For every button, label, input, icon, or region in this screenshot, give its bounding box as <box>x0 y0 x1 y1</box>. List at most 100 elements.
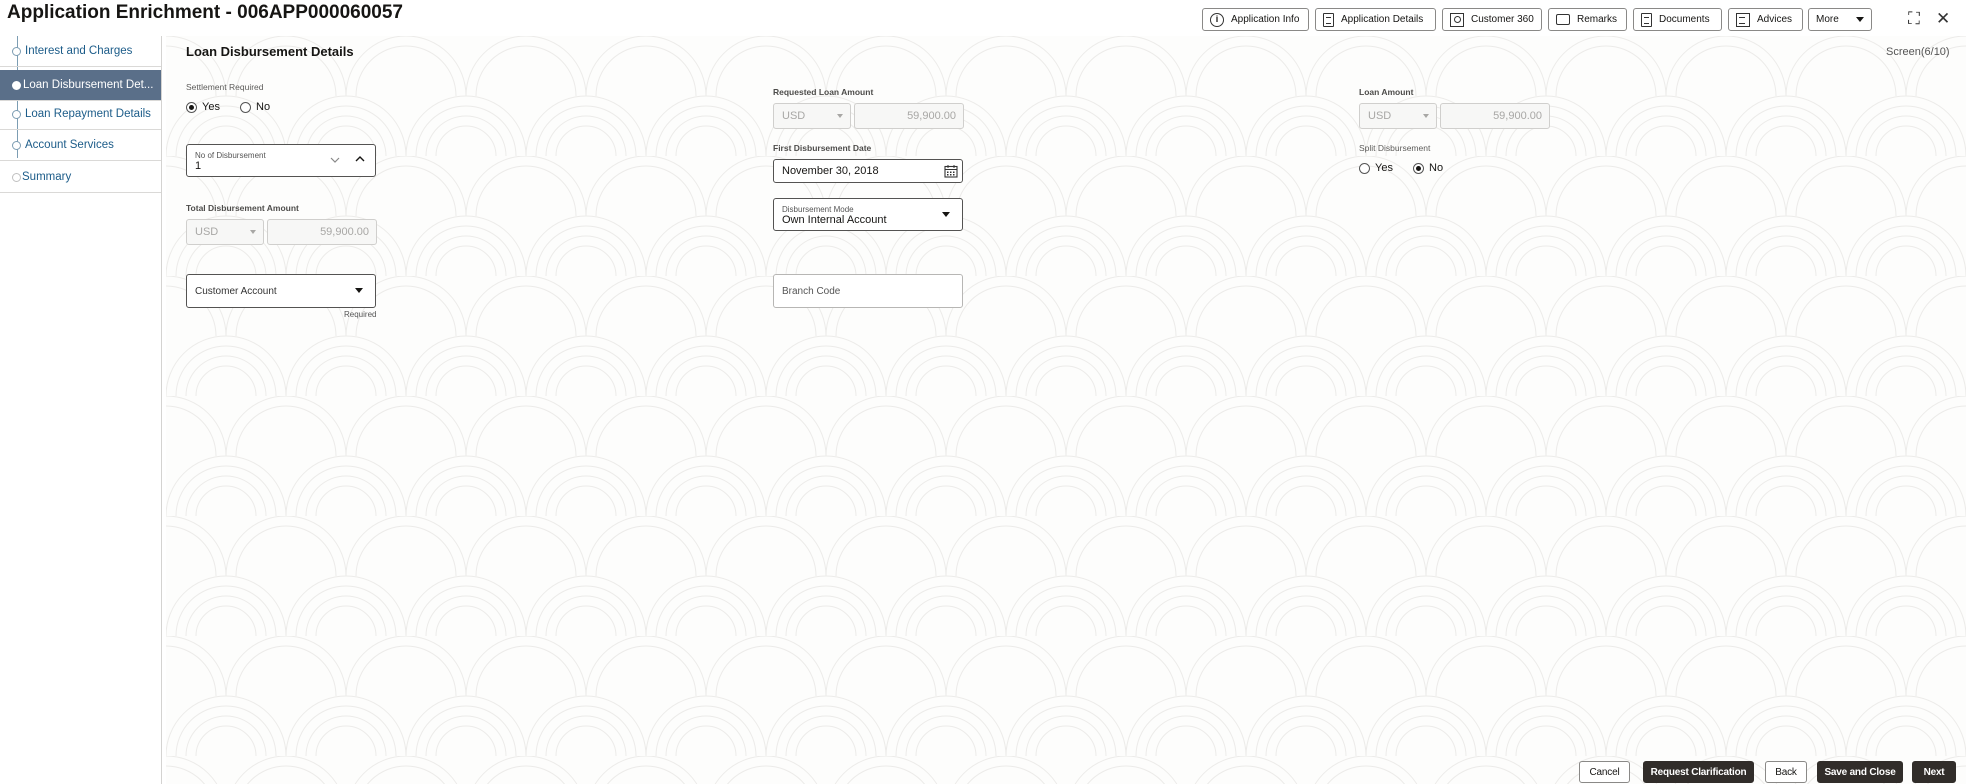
no-of-disbursement-value: 1 <box>195 160 202 172</box>
remarks-button[interactable]: Remarks <box>1548 8 1627 31</box>
chevron-down-icon <box>1856 17 1864 22</box>
settlement-yes-radio[interactable]: Yes <box>186 101 220 113</box>
documents-label: Documents <box>1659 14 1710 25</box>
expand-icon[interactable]: ⛶ <box>1908 9 1920 29</box>
sidebar-item-label: Interest and Charges <box>25 45 133 57</box>
sidebar-item-label: Loan Disbursement Det... <box>23 79 154 91</box>
branch-code-placeholder: Branch Code <box>782 286 841 297</box>
split-disbursement-yes-radio[interactable]: Yes <box>1359 162 1393 174</box>
requested-loan-amount-field: 59,900.00 <box>854 103 964 129</box>
date-value: November 30, 2018 <box>782 165 879 177</box>
branch-code-input[interactable]: Branch Code <box>773 274 963 308</box>
chevron-down-icon <box>250 230 256 234</box>
required-hint: Required <box>344 310 377 319</box>
disbursement-mode-select[interactable]: Disbursement Mode Own Internal Account <box>773 198 963 231</box>
total-disbursement-currency-select: USD <box>186 219 264 245</box>
cancel-button[interactable]: Cancel <box>1579 761 1630 783</box>
chevron-down-icon <box>837 114 843 118</box>
requested-loan-amount-label: Requested Loan Amount <box>773 87 874 97</box>
sidebar-item-label: Summary <box>22 171 72 183</box>
no-of-disbursement-stepper[interactable]: No of Disbursement 1 <box>186 144 376 177</box>
document-icon <box>1323 12 1334 27</box>
application-info-button[interactable]: i Application Info <box>1202 8 1309 31</box>
total-disbursement-amount-label: Total Disbursement Amount <box>186 203 299 213</box>
currency-value: USD <box>1368 110 1392 122</box>
screen-indicator: Screen(6/10) <box>1886 46 1950 58</box>
sidebar-item-label: Account Services <box>25 139 114 151</box>
sidebar-item-loan-disbursement-details[interactable]: Loan Disbursement Det... <box>0 70 161 101</box>
info-icon: i <box>1210 12 1224 27</box>
main-content: Loan Disbursement Details Screen(6/10) S… <box>166 36 1966 784</box>
next-button[interactable]: Next <box>1912 761 1956 783</box>
step-dot-icon <box>12 110 21 119</box>
section-title: Loan Disbursement Details <box>186 44 354 59</box>
amount-value: 59,900.00 <box>1493 110 1542 122</box>
customer-account-placeholder: Customer Account <box>195 286 277 297</box>
close-icon[interactable]: ✕ <box>1936 9 1950 29</box>
application-details-button[interactable]: Application Details <box>1315 8 1436 31</box>
sidebar-item-label: Loan Repayment Details <box>25 108 151 120</box>
settlement-required-label: Settlement Required <box>186 82 264 92</box>
request-clarification-button[interactable]: Request Clarification <box>1643 761 1754 783</box>
radio-label: Yes <box>202 101 220 113</box>
step-dot-icon <box>12 141 21 150</box>
loan-amount-field: 59,900.00 <box>1440 103 1550 129</box>
customer-icon <box>1450 12 1464 27</box>
step-dot-icon <box>12 47 21 56</box>
step-dot-icon <box>12 81 21 90</box>
customer-360-label: Customer 360 <box>1471 14 1534 25</box>
increment-chevron-icon[interactable] <box>355 155 365 163</box>
customer-360-button[interactable]: Customer 360 <box>1442 8 1542 31</box>
radio-selected-icon <box>1413 162 1424 174</box>
loan-amount-label: Loan Amount <box>1359 87 1414 97</box>
dropdown-caret-icon <box>355 288 363 293</box>
settlement-no-radio[interactable]: No <box>240 101 270 113</box>
decrement-chevron-icon[interactable] <box>330 156 340 164</box>
chat-icon <box>1556 14 1570 25</box>
step-dot-icon <box>12 173 21 182</box>
sidebar-item-summary[interactable]: Summary <box>0 162 161 193</box>
first-disbursement-date-label: First Disbursement Date <box>773 143 872 153</box>
radio-label: No <box>256 101 271 113</box>
back-button[interactable]: Back <box>1765 761 1807 783</box>
chevron-down-icon <box>1423 114 1429 118</box>
first-disbursement-date-input[interactable]: November 30, 2018 <box>773 159 963 183</box>
amount-value: 59,900.00 <box>320 226 369 238</box>
document-icon <box>1641 12 1652 27</box>
step-navigation: Interest and Charges Loan Disbursement D… <box>0 36 162 784</box>
disbursement-mode-label: Disbursement Mode <box>782 205 854 214</box>
split-disbursement-label: Split Disbursement <box>1359 143 1431 153</box>
calendar-icon[interactable] <box>944 164 958 178</box>
documents-button[interactable]: Documents <box>1633 8 1722 31</box>
radio-label: No <box>1429 162 1444 174</box>
no-of-disbursement-label: No of Disbursement <box>195 151 266 160</box>
application-info-label: Application Info <box>1231 14 1300 25</box>
loan-amount-currency-select: USD <box>1359 103 1437 129</box>
radio-unselected-icon <box>240 101 251 113</box>
advices-icon <box>1736 12 1750 27</box>
currency-value: USD <box>195 226 219 238</box>
radio-selected-icon <box>186 101 197 113</box>
total-disbursement-amount-field: 59,900.00 <box>267 219 377 245</box>
advices-label: Advices <box>1757 14 1793 25</box>
background-pattern <box>166 36 1966 784</box>
amount-value: 59,900.00 <box>907 110 956 122</box>
page-title: Application Enrichment - 006APP000060057 <box>7 2 403 23</box>
sidebar-item-account-services[interactable]: Account Services <box>0 130 161 161</box>
split-disbursement-no-radio[interactable]: No <box>1413 162 1443 174</box>
remarks-label: Remarks <box>1577 14 1618 25</box>
requested-loan-currency-select: USD <box>773 103 851 129</box>
sidebar-item-interest-and-charges[interactable]: Interest and Charges <box>0 36 161 67</box>
save-and-close-button[interactable]: Save and Close <box>1817 761 1903 783</box>
more-label: More <box>1816 14 1839 25</box>
radio-label: Yes <box>1375 162 1393 174</box>
more-button[interactable]: More <box>1808 8 1872 31</box>
radio-unselected-icon <box>1359 162 1370 174</box>
disbursement-mode-value: Own Internal Account <box>782 214 887 226</box>
customer-account-select[interactable]: Customer Account <box>186 274 376 308</box>
application-details-label: Application Details <box>1341 14 1424 25</box>
sidebar-item-loan-repayment-details[interactable]: Loan Repayment Details <box>0 99 161 130</box>
advices-button[interactable]: Advices <box>1728 8 1803 31</box>
app-header: Application Enrichment - 006APP000060057… <box>0 0 1976 36</box>
dropdown-caret-icon <box>942 212 950 217</box>
